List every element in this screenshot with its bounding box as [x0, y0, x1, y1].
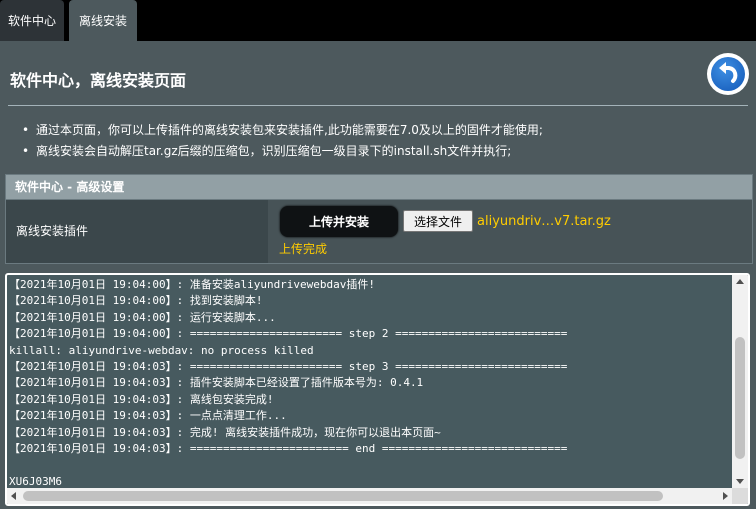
tab-bar: 软件中心 离线安装 — [0, 0, 756, 41]
vertical-scrollbar[interactable] — [732, 275, 748, 488]
tab-software-center[interactable]: 软件中心 — [0, 0, 64, 41]
notes-list: 通过本页面，你可以上传插件的离线安装包来安装插件,此功能需要在7.0及以上的固件… — [22, 122, 543, 164]
log-line: 【2021年10月01日 19:04:00】: 准备安装aliyundrivew… — [9, 278, 376, 291]
scroll-right-icon[interactable] — [723, 492, 728, 500]
log-line: 【2021年10月01日 19:04:03】: 一点点清理工作... — [9, 409, 287, 423]
scroll-down-icon[interactable] — [736, 479, 744, 484]
upload-install-button[interactable]: 上传并安装 — [280, 206, 398, 237]
log-line: 【2021年10月01日 19:04:00】: ================… — [9, 327, 568, 341]
page-title: 软件中心，离线安装页面 — [10, 71, 187, 90]
settings-header: 软件中心 - 高级设置 — [5, 174, 753, 200]
header-divider — [8, 105, 748, 106]
log-line: 【2021年10月01日 19:04:00】: 运行安装脚本... — [9, 310, 276, 324]
install-log[interactable]: 【2021年10月01日 19:04:00】: 准备安装aliyundrivew… — [5, 273, 750, 506]
tab-offline-install[interactable]: 离线安装 — [69, 0, 137, 41]
scroll-left-icon[interactable] — [11, 492, 16, 500]
log-line: 【2021年10月01日 19:04:03】: ================… — [9, 359, 568, 373]
log-line: 【2021年10月01日 19:04:00】: 找到安装脚本! — [9, 294, 263, 308]
note-item: 离线安装会自动解压tar.gz后缀的压缩包，识别压缩包一级目录下的install… — [22, 143, 543, 164]
log-line: 【2021年10月01日 19:04:03】: 完成! 离线安装插件成功，现在你… — [9, 425, 441, 439]
horizontal-scrollbar[interactable] — [7, 488, 732, 504]
scrollbar-corner — [732, 488, 748, 504]
offline-install-controls: 上传并安装 选择文件 aliyundriv…v7.tar.gz 上传完成 — [268, 200, 752, 263]
back-button[interactable] — [707, 53, 749, 95]
offline-install-label: 离线安装插件 — [6, 200, 268, 263]
back-arrow-icon — [711, 57, 745, 91]
offline-install-row: 离线安装插件 上传并安装 选择文件 aliyundriv…v7.tar.gz 上… — [5, 200, 753, 264]
horizontal-scroll-thumb[interactable] — [23, 491, 663, 501]
log-lines: 【2021年10月01日 19:04:00】: 准备安装aliyundrivew… — [9, 277, 734, 490]
log-line: killall: aliyundrive-webdav: no process … — [9, 343, 314, 357]
log-line: 【2021年10月01日 19:04:03】: ================… — [9, 441, 568, 455]
choose-file-button[interactable]: 选择文件 — [403, 210, 473, 232]
note-item: 通过本页面，你可以上传插件的离线安装包来安装插件,此功能需要在7.0及以上的固件… — [22, 122, 543, 143]
log-line: 【2021年10月01日 19:04:03】: 插件安装脚本已经设置了插件版本号… — [9, 376, 424, 390]
log-line: 【2021年10月01日 19:04:03】: 离线包安装完成! — [9, 392, 274, 406]
upload-status: 上传完成 — [279, 242, 328, 256]
selected-file-name: aliyundriv…v7.tar.gz — [477, 214, 611, 229]
scroll-up-icon[interactable] — [736, 279, 744, 284]
vertical-scroll-thumb[interactable] — [735, 337, 745, 459]
